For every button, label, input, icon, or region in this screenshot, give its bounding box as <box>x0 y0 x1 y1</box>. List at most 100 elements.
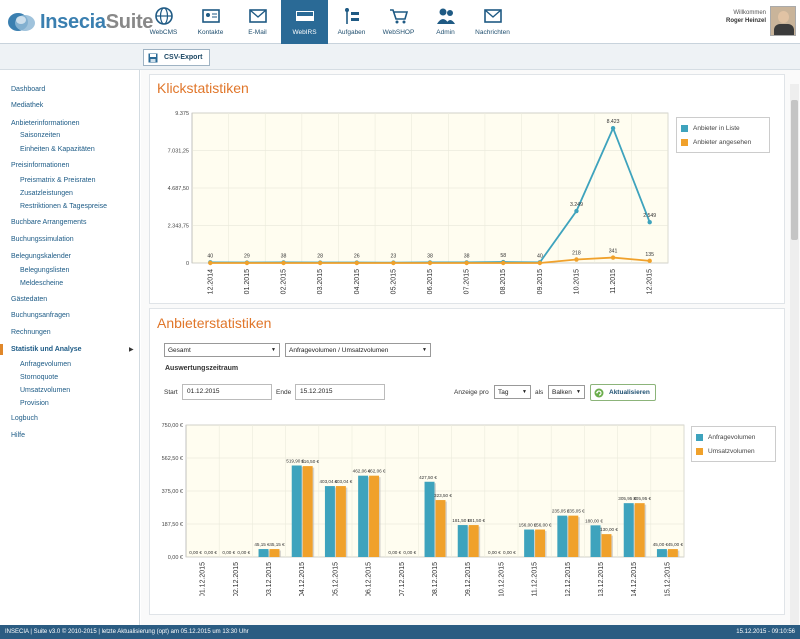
nav-item-nachrichten[interactable]: Nachrichten <box>469 0 516 44</box>
x-tick-label: 01.12.2015 <box>200 562 207 596</box>
nav-item-kontakte[interactable]: Kontakte <box>187 0 234 44</box>
display-per-select[interactable]: Tag ▼ <box>494 385 531 399</box>
app-logo[interactable]: InseciaSuite <box>8 8 153 36</box>
x-tick-label: 06.2015 <box>427 269 434 294</box>
x-tick-label: 01.2015 <box>244 269 251 294</box>
x-tick-label: 12.2015 <box>647 269 654 294</box>
x-tick-label: 08.2015 <box>500 269 507 294</box>
y-tick-label: 2.343,75 <box>168 224 189 230</box>
nav-label: Admin <box>436 29 455 36</box>
data-label: 38 <box>427 253 433 259</box>
x-tick-label: 05.2015 <box>390 269 397 294</box>
nav-item-webcms[interactable]: WebCMS <box>140 0 187 44</box>
data-label: 45,00 € <box>653 542 669 547</box>
data-label: 45,15 € <box>254 542 270 547</box>
legend-swatch <box>681 124 688 132</box>
bar <box>634 503 645 557</box>
sidebar-item-logbuch[interactable]: Logbuch <box>11 415 38 422</box>
bar <box>291 465 302 557</box>
active-indicator <box>0 344 3 355</box>
nav-item-webirs[interactable]: WebIRS <box>281 0 328 49</box>
metric-select[interactable]: Anfragevolumen / Umsatzvolumen ▼ <box>285 343 431 357</box>
dropdown-arrow-icon: ▼ <box>522 389 527 395</box>
legend-entry[interactable]: Anbieter angesehen <box>681 135 765 149</box>
legend-entry[interactable]: Umsatzvolumen <box>696 444 771 458</box>
sidebar-item-buchungsanfragen[interactable]: Buchungsanfragen <box>11 312 70 319</box>
x-tick-label: 06.12.2015 <box>366 562 373 596</box>
bar <box>590 525 601 557</box>
bar <box>667 549 678 557</box>
sidebar-item-stornoquote[interactable]: Stornoquote <box>20 374 58 381</box>
sidebar-item-rechnungen[interactable]: Rechnungen <box>11 329 51 336</box>
data-point <box>464 260 469 266</box>
refresh-icon <box>594 388 604 397</box>
sidebar-item-g-stedaten[interactable]: Gästedaten <box>11 296 47 303</box>
end-date-input[interactable]: 15.12.2015 <box>295 384 385 400</box>
sidebar-item-einheiten-kapazit-ten[interactable]: Einheiten & Kapazitäten <box>20 146 95 153</box>
nav-label: E-Mail <box>248 29 267 36</box>
nav-item-webshop[interactable]: WebSHOP <box>375 0 422 44</box>
bar <box>568 515 579 557</box>
sidebar-item-meldescheine[interactable]: Meldescheine <box>20 280 63 287</box>
legend-label: Anbieter in Liste <box>693 124 740 132</box>
sidebar-item-saisonzeiten[interactable]: Saisonzeiten <box>20 132 60 139</box>
y-tick-label: 750,00 € <box>162 423 183 429</box>
data-label: 40 <box>537 253 543 259</box>
data-label: 305,95 € <box>633 496 651 501</box>
nav-item-aufgaben[interactable]: Aufgaben <box>328 0 375 44</box>
scope-select[interactable]: Gesamt ▼ <box>164 343 280 357</box>
sidebar-item-statistik-und-analyse[interactable]: Statistik und Analyse <box>11 346 82 353</box>
main-nav: WebCMS Kontakte E-Mail WebIRS Aufgaben WebSHO… <box>140 0 516 49</box>
sidebar-item-buchbare-arrangements[interactable]: Buchbare Arrangements <box>11 219 87 226</box>
sidebar-item-anfragevolumen[interactable]: Anfragevolumen <box>20 361 71 368</box>
data-point <box>537 260 543 266</box>
data-label: 58 <box>500 253 506 259</box>
scrollbar-thumb[interactable] <box>791 100 798 240</box>
chart-type-select[interactable]: Balken ▼ <box>548 385 585 399</box>
sidebar-item-dashboard[interactable]: Dashboard <box>11 86 45 93</box>
sidebar-item-provision[interactable]: Provision <box>20 400 49 407</box>
data-label: 45,15 € <box>269 542 285 547</box>
sidebar-item-zusatzleistungen[interactable]: Zusatzleistungen <box>20 190 73 197</box>
data-point <box>208 260 213 266</box>
legend-label: Anfragevolumen <box>708 433 756 441</box>
sidebar-item-restriktionen-tagespreise[interactable]: Restriktionen & Tagespreise <box>20 203 107 210</box>
anbieter-chart: 0,00 € 187,50 € 375,00 € 562,50 € 750,00 € 01… <box>162 423 685 596</box>
data-label: 135 <box>645 252 654 258</box>
nav-label: Aufgaben <box>337 29 366 36</box>
sidebar-item-anbieterinformationen[interactable]: Anbieterinformationen <box>11 120 80 127</box>
data-label: 323,50 € <box>434 493 452 498</box>
scope-select-value: Gesamt <box>168 346 191 354</box>
sidebar-item-buchungssimulation[interactable]: Buchungssimulation <box>11 236 74 243</box>
x-tick-label: 12.2014 <box>207 269 214 294</box>
footer: INSECIA | Suite v3.0 © 2010-2015 | letzt… <box>0 625 800 639</box>
start-date-input[interactable]: 01.12.2015 <box>182 384 272 400</box>
nav-item-e-mail[interactable]: E-Mail <box>234 0 281 44</box>
csv-export-button[interactable]: CSV-Export <box>143 49 210 66</box>
data-label: 130,00 € <box>600 527 618 532</box>
sidebar-item-belegungslisten[interactable]: Belegungslisten <box>20 267 69 274</box>
data-label: 0,00 € <box>204 550 217 555</box>
sidebar-item-hilfe[interactable]: Hilfe <box>11 432 25 439</box>
nav-item-admin[interactable]: Admin <box>422 0 469 44</box>
avatar[interactable] <box>770 6 796 36</box>
data-label: 218 <box>572 251 581 257</box>
sidebar-item-mediathek[interactable]: Mediathek <box>11 102 43 109</box>
legend-entry[interactable]: Anbieter in Liste <box>681 121 765 135</box>
y-tick-label: 187,50 € <box>162 522 183 528</box>
sidebar-item-preisinformationen[interactable]: Preisinformationen <box>11 162 69 169</box>
sidebar-item-belegungskalender[interactable]: Belegungskalender <box>11 253 71 260</box>
scrollbar[interactable] <box>790 84 799 625</box>
bar <box>557 515 568 557</box>
klick-title: Klickstatistiken <box>157 80 249 96</box>
user-name[interactable]: Roger Heinzel <box>726 18 766 24</box>
legend-entry[interactable]: Anfragevolumen <box>696 430 771 444</box>
data-label: 427,50 € <box>419 475 437 480</box>
update-button[interactable]: Aktualisieren <box>590 384 656 401</box>
nav-label: WebCMS <box>149 29 178 36</box>
sidebar-item-umsatzvolumen[interactable]: Umsatzvolumen <box>20 387 70 394</box>
y-tick-label: 375,00 € <box>162 489 183 495</box>
sidebar-item-preismatrix-preisraten[interactable]: Preismatrix & Preisraten <box>20 177 95 184</box>
anbieter-panel: Anbieterstatistiken Gesamt ▼ Anfragevolum… <box>149 308 785 615</box>
x-tick-label: 07.2015 <box>464 269 471 294</box>
